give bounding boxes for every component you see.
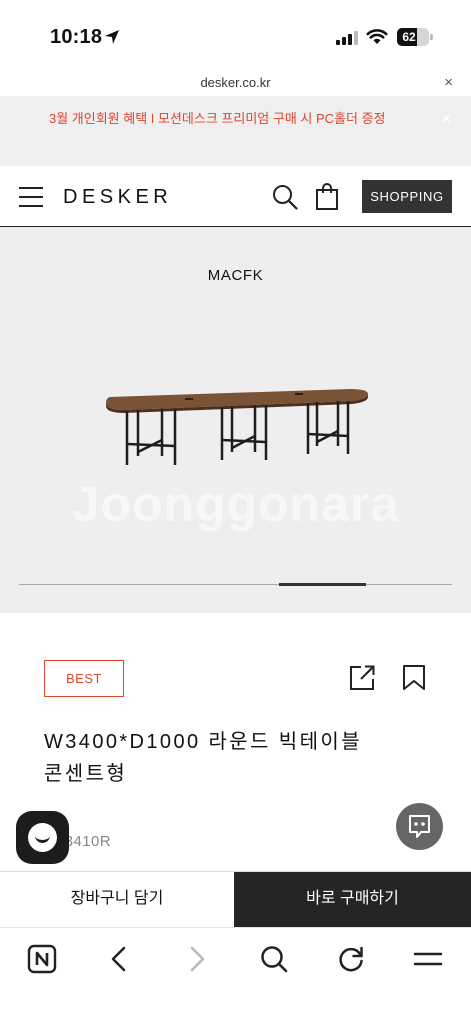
chat-floating-button[interactable] — [16, 811, 69, 864]
naver-home-icon[interactable] — [27, 944, 57, 974]
search-icon[interactable] — [259, 944, 289, 974]
wifi-icon — [366, 29, 388, 44]
purchase-action-bar: 장바구니 담기 바로 구매하기 — [0, 871, 471, 928]
url-close-icon[interactable]: × — [444, 74, 453, 91]
promo-close-icon[interactable]: × — [441, 109, 451, 129]
promo-text[interactable]: 3월 개인회원 혜택 I 모션데스크 프리미엄 구매 시 PC홀더 증정 — [49, 107, 419, 130]
forward-icon — [190, 946, 205, 972]
gallery-caption: MACFK — [207, 267, 264, 284]
shopping-bag-icon[interactable] — [316, 183, 338, 210]
url-domain[interactable]: desker.co.kr — [0, 75, 471, 90]
site-header: DESKER SHOPPING — [0, 166, 471, 227]
add-to-cart-button[interactable]: 장바구니 담기 — [0, 872, 234, 928]
gallery-scroll-track[interactable] — [19, 584, 452, 585]
battery-icon: 62 — [397, 28, 429, 46]
product-gallery[interactable]: MACFK Joonggonara — [0, 227, 471, 613]
watermark: Joonggonara — [71, 476, 400, 532]
gallery-scroll-thumb[interactable] — [278, 583, 366, 586]
desker-logo[interactable]: DESKER — [63, 186, 172, 209]
bookmark-icon[interactable] — [402, 664, 426, 691]
back-icon[interactable] — [104, 944, 134, 974]
talk-floating-button[interactable] — [396, 803, 443, 850]
cellular-signal-icon — [336, 29, 358, 45]
location-arrow-icon — [105, 30, 119, 44]
battery-percentage: 62 — [402, 30, 416, 44]
search-icon[interactable] — [272, 184, 298, 210]
battery-tip — [430, 34, 433, 40]
best-badge: BEST — [44, 660, 124, 697]
table-product-image[interactable] — [100, 382, 375, 472]
shopping-button[interactable]: SHOPPING — [362, 180, 452, 213]
hamburger-menu-icon[interactable] — [19, 187, 43, 207]
share-icon[interactable] — [349, 664, 376, 691]
url-bar[interactable]: desker.co.kr × — [0, 70, 471, 96]
promo-banner[interactable]: 3월 개인회원 혜택 I 모션데스크 프리미엄 구매 시 PC홀더 증정 × — [0, 96, 471, 166]
browser-toolbar — [0, 927, 471, 1024]
menu-icon[interactable] — [413, 944, 443, 974]
reload-icon[interactable] — [336, 944, 366, 974]
clock: 10:18 — [50, 26, 103, 48]
talk-icon — [409, 815, 430, 838]
status-bar: 10:18 62 — [0, 0, 471, 70]
product-title: W3400*D1000 라운드 빅테이블 콘센트형 — [44, 731, 363, 785]
buy-now-button[interactable]: 바로 구매하기 — [234, 872, 471, 928]
